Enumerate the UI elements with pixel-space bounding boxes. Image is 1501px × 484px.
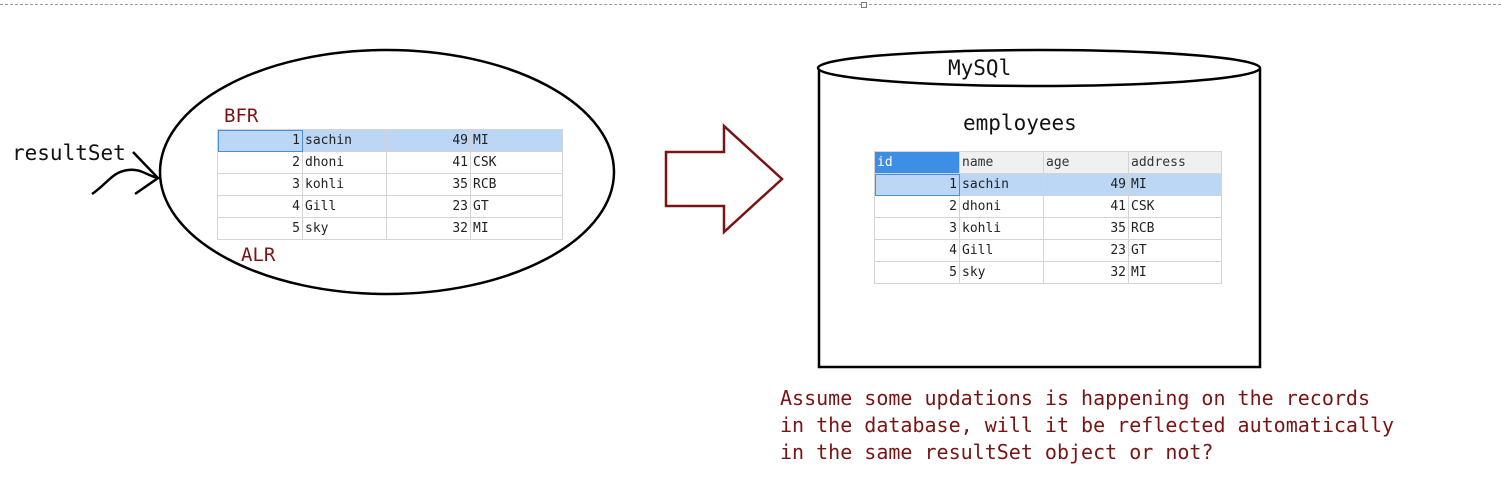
cell-age[interactable]: 49	[386, 129, 471, 152]
cell-age[interactable]: 41	[386, 151, 471, 174]
cell-name[interactable]: sachin	[959, 173, 1044, 196]
cell-name[interactable]: dhoni	[959, 195, 1044, 218]
column-header-address[interactable]: address	[1128, 151, 1222, 174]
table-row[interactable]: 5 sky 32 MI	[217, 217, 563, 240]
cell-name[interactable]: Gill	[959, 239, 1044, 262]
cell-id[interactable]: 5	[874, 261, 960, 284]
table-row[interactable]: 2 dhoni 41 CSK	[217, 151, 563, 174]
table-row[interactable]: 3 kohli 35 RCB	[217, 173, 563, 196]
cell-id[interactable]: 2	[217, 151, 303, 174]
employees-grid: id name age address 1 sachin 49 MI 2 dho…	[874, 151, 1222, 284]
result-set-label: resultSet	[12, 141, 126, 165]
question-line: in the same resultSet object or not?	[780, 440, 1214, 464]
cell-address[interactable]: RCB	[470, 173, 563, 196]
table-row[interactable]: 4 Gill 23 GT	[217, 195, 563, 218]
cell-name[interactable]: kohli	[959, 217, 1044, 240]
cell-id[interactable]: 3	[874, 217, 960, 240]
alr-label: ALR	[241, 244, 276, 266]
table-row[interactable]: 5 sky 32 MI	[874, 261, 1222, 284]
bfr-label: BFR	[224, 105, 259, 127]
cell-id[interactable]: 4	[874, 239, 960, 262]
cell-age[interactable]: 32	[1043, 261, 1129, 284]
table-name-label: employees	[963, 111, 1077, 135]
column-header-age[interactable]: age	[1043, 151, 1129, 174]
cell-id[interactable]: 5	[217, 217, 303, 240]
column-header-name[interactable]: name	[959, 151, 1044, 174]
cell-age[interactable]: 35	[386, 173, 471, 196]
table-row[interactable]: 2 dhoni 41 CSK	[874, 195, 1222, 218]
cell-name[interactable]: sachin	[302, 129, 387, 152]
cell-id[interactable]: 1	[217, 129, 303, 152]
cell-address[interactable]: CSK	[1128, 195, 1222, 218]
database-cylinder-top	[816, 48, 1262, 88]
cell-name[interactable]: sky	[302, 217, 387, 240]
table-row[interactable]: 1 sachin 49 MI	[217, 129, 563, 152]
cell-age[interactable]: 41	[1043, 195, 1129, 218]
cell-name[interactable]: kohli	[302, 173, 387, 196]
table-row[interactable]: 4 Gill 23 GT	[874, 239, 1222, 262]
cell-age[interactable]: 32	[386, 217, 471, 240]
cell-address[interactable]: MI	[1128, 173, 1222, 196]
cell-name[interactable]: dhoni	[302, 151, 387, 174]
cell-age[interactable]: 23	[386, 195, 471, 218]
cell-address[interactable]: GT	[1128, 239, 1222, 262]
cell-address[interactable]: GT	[470, 195, 563, 218]
cell-id[interactable]: 1	[874, 173, 960, 196]
cell-name[interactable]: Gill	[302, 195, 387, 218]
cell-address[interactable]: MI	[470, 217, 563, 240]
direction-arrow	[664, 123, 784, 235]
cell-id[interactable]: 2	[874, 195, 960, 218]
table-header-row: id name age address	[874, 151, 1222, 174]
cell-address[interactable]: RCB	[1128, 217, 1222, 240]
cell-id[interactable]: 3	[217, 173, 303, 196]
table-row[interactable]: 3 kohli 35 RCB	[874, 217, 1222, 240]
question-line: Assume some updations is happening on th…	[780, 386, 1371, 410]
cell-address[interactable]: MI	[470, 129, 563, 152]
table-row[interactable]: 1 sachin 49 MI	[874, 173, 1222, 196]
database-label: MySQl	[948, 56, 1012, 80]
question-line: in the database, will it be reflected au…	[780, 413, 1395, 437]
result-set-grid: 1 sachin 49 MI 2 dhoni 41 CSK 3 kohli 35…	[217, 129, 563, 240]
question-text: Assume some updations is happening on th…	[780, 385, 1394, 466]
pointer-curve	[91, 168, 159, 196]
column-header-id[interactable]: id	[874, 151, 960, 174]
cell-name[interactable]: sky	[959, 261, 1044, 284]
cell-age[interactable]: 23	[1043, 239, 1129, 262]
cell-age[interactable]: 49	[1043, 173, 1129, 196]
cell-address[interactable]: CSK	[470, 151, 563, 174]
cell-age[interactable]: 35	[1043, 217, 1129, 240]
cell-id[interactable]: 4	[217, 195, 303, 218]
cell-address[interactable]: MI	[1128, 261, 1222, 284]
